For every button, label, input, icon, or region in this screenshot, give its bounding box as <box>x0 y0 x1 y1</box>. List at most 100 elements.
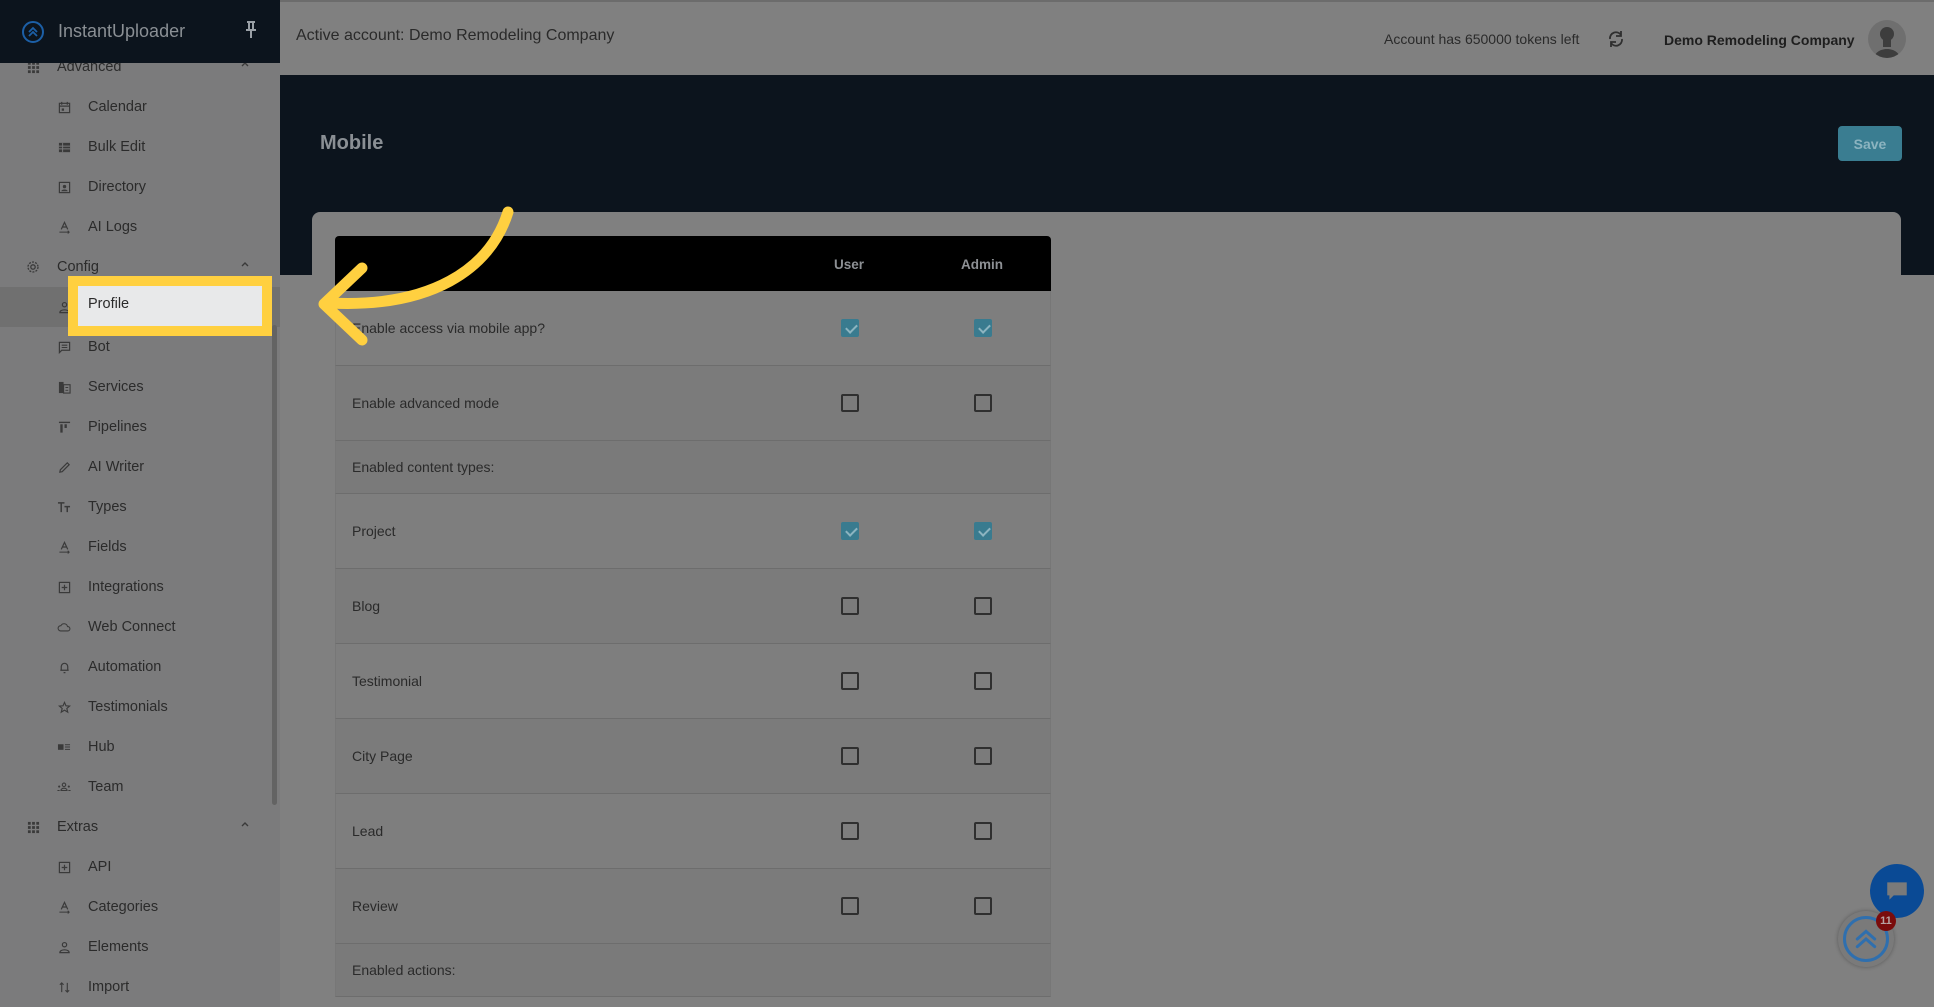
setting-label: Project <box>352 523 396 539</box>
app-logo-icon[interactable] <box>22 20 44 43</box>
setting-label: Blog <box>352 598 381 614</box>
sidebar-item-label: Services <box>88 379 144 395</box>
refresh-icon[interactable] <box>1606 29 1626 49</box>
gear-icon <box>26 260 40 274</box>
chevron-up-icon[interactable] <box>240 819 250 829</box>
sidebar-nav: Advanced Calendar Bulk Edit Directory AI Log… <box>0 47 280 1007</box>
sidebar-item-hub[interactable]: Hub <box>0 727 280 767</box>
sidebar-item-automation[interactable]: Automation <box>0 647 280 687</box>
sidebar-item-import[interactable]: Import <box>0 967 280 1007</box>
text-format-icon <box>57 220 71 234</box>
column-header-admin: Admin <box>961 257 1003 272</box>
sidebar-item-ai-writer[interactable]: AI Writer <box>0 447 280 487</box>
user-checkbox[interactable] <box>841 522 859 540</box>
admin-checkbox[interactable] <box>974 897 992 915</box>
sidebar-item-calendar[interactable]: Calendar <box>0 87 280 127</box>
sidebar: InstantUploader Advanced Calendar Bulk Edi… <box>0 0 280 1007</box>
admin-checkbox[interactable] <box>974 747 992 765</box>
tokens-remaining: Account has 650000 tokens left <box>1384 31 1580 47</box>
sidebar-item-categories[interactable]: Categories <box>0 887 280 927</box>
sidebar-item-bulk-edit[interactable]: Bulk Edit <box>0 127 280 167</box>
plus-box-icon <box>57 580 71 594</box>
user-checkbox[interactable] <box>841 319 859 337</box>
table-row: Enable advanced mode <box>335 366 1051 441</box>
sidebar-item-pipelines[interactable]: Pipelines <box>0 407 280 447</box>
admin-checkbox[interactable] <box>974 672 992 690</box>
sidebar-item-label: Hub <box>88 739 115 755</box>
sidebar-item-services[interactable]: Services <box>0 367 280 407</box>
admin-checkbox[interactable] <box>974 822 992 840</box>
text-size-icon <box>57 500 71 514</box>
setting-label: Review <box>352 898 398 914</box>
sidebar-item-label: Import <box>88 979 130 995</box>
text-format-icon <box>57 540 71 554</box>
sidebar-item-label: Testimonials <box>88 699 168 715</box>
card-list-icon <box>57 740 71 754</box>
building-icon <box>57 380 71 394</box>
chevron-up-icon[interactable] <box>240 259 250 269</box>
sidebar-item-fields[interactable]: Fields <box>0 527 280 567</box>
user-checkbox[interactable] <box>841 672 859 690</box>
admin-checkbox[interactable] <box>974 319 992 337</box>
table-icon <box>57 140 71 154</box>
sidebar-item-label: Calendar <box>88 99 147 115</box>
sidebar-item-label: Web Connect <box>88 619 176 635</box>
chat-icon <box>1887 882 1907 900</box>
table-row: Lead <box>335 794 1051 869</box>
admin-checkbox[interactable] <box>974 597 992 615</box>
company-name[interactable]: Demo Remodeling Company <box>1664 32 1855 48</box>
table-row: Review <box>335 869 1051 944</box>
sidebar-group-label: Config <box>57 259 99 275</box>
sidebar-item-label: Bot <box>88 339 110 355</box>
section-row: Enabled actions: <box>335 944 1051 997</box>
setting-label: Lead <box>352 823 384 839</box>
sidebar-item-api[interactable]: API <box>0 847 280 887</box>
sidebar-item-integrations[interactable]: Integrations <box>0 567 280 607</box>
team-icon <box>57 780 71 794</box>
pin-icon[interactable] <box>244 20 258 40</box>
avatar[interactable] <box>1868 20 1906 58</box>
sidebar-item-label: Elements <box>88 939 149 955</box>
plus-box-icon <box>57 860 71 874</box>
page-title: Mobile <box>320 132 384 154</box>
sidebar-item-label: AI Writer <box>88 459 145 475</box>
sidebar-item-team[interactable]: Team <box>0 767 280 807</box>
table-row: Project <box>335 494 1051 569</box>
admin-checkbox[interactable] <box>974 394 992 412</box>
section-label: Enabled actions: <box>352 962 456 978</box>
sidebar-item-types[interactable]: Types <box>0 487 280 527</box>
sidebar-item-label: Directory <box>88 179 147 195</box>
chat-button[interactable] <box>1870 864 1924 918</box>
sidebar-item-label: Automation <box>88 659 162 675</box>
sidebar-header: InstantUploader <box>0 0 280 63</box>
sidebar-item-ai-logs[interactable]: AI Logs <box>0 207 280 247</box>
user-icon <box>57 940 71 954</box>
table-body: Enable access via mobile app? Enable adva… <box>335 291 1051 997</box>
sidebar-item-elements[interactable]: Elements <box>0 927 280 967</box>
highlight-profile-label: Profile <box>88 296 130 312</box>
sidebar-item-directory[interactable]: Directory <box>0 167 280 207</box>
sidebar-group-extras[interactable]: Extras <box>0 807 280 847</box>
table-header: User Admin <box>335 236 1051 291</box>
sidebar-item-label: Bulk Edit <box>88 139 146 155</box>
highlight-profile[interactable]: Profile <box>68 276 272 336</box>
sidebar-item-label: Pipelines <box>88 419 147 435</box>
section-label: Enabled content types: <box>352 459 495 475</box>
user-checkbox[interactable] <box>841 822 859 840</box>
save-button[interactable]: Save <box>1838 126 1902 161</box>
user-checkbox[interactable] <box>841 597 859 615</box>
sidebar-scrollbar[interactable] <box>272 325 277 805</box>
setting-label: Enable access via mobile app? <box>352 320 546 336</box>
settings-card: User Admin Enable access via mobile app?… <box>312 212 1901 1007</box>
message-icon <box>57 340 71 354</box>
sidebar-item-label: Team <box>88 779 124 795</box>
active-account-label: Active account: Demo Remodeling Company <box>296 27 615 44</box>
admin-checkbox[interactable] <box>974 522 992 540</box>
sidebar-item-label: AI Logs <box>88 219 138 235</box>
table-row: City Page <box>335 719 1051 794</box>
sidebar-item-testimonials[interactable]: Testimonials <box>0 687 280 727</box>
user-checkbox[interactable] <box>841 747 859 765</box>
sidebar-item-web-connect[interactable]: Web Connect <box>0 607 280 647</box>
user-checkbox[interactable] <box>841 394 859 412</box>
user-checkbox[interactable] <box>841 897 859 915</box>
